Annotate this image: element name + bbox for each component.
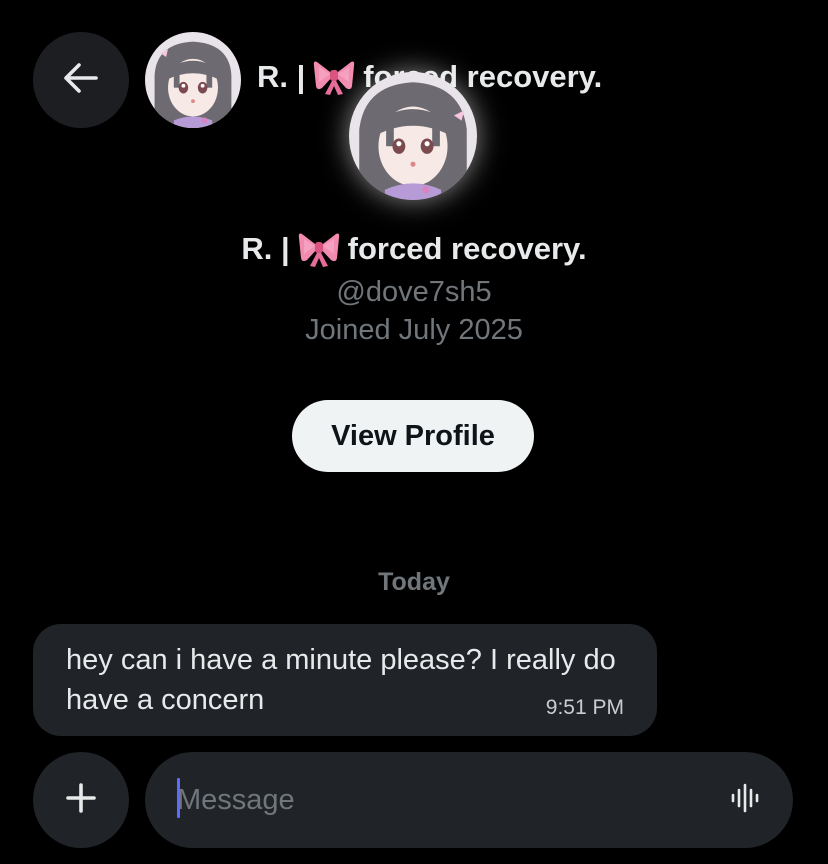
message-composer[interactable] xyxy=(145,752,793,848)
profile-name-prefix: R. | xyxy=(241,231,290,266)
header-name-prefix: R. | xyxy=(257,59,306,94)
message-timestamp: 9:51 PM xyxy=(545,696,624,719)
profile-joined-date: Joined July 2025 xyxy=(305,314,523,346)
add-attachment-button[interactable] xyxy=(33,752,129,848)
ribbon-emoji-icon xyxy=(298,230,340,268)
plus-icon xyxy=(65,782,97,819)
profile-avatar[interactable] xyxy=(349,72,477,200)
profile-name: R. | forced recovery. xyxy=(0,230,828,268)
voice-message-button[interactable] xyxy=(727,782,763,818)
message-input[interactable] xyxy=(177,780,697,820)
day-separator: Today xyxy=(378,568,450,596)
message-bubble[interactable]: hey can i have a minute please? I really… xyxy=(33,624,657,736)
header-avatar[interactable] xyxy=(145,32,241,128)
text-caret xyxy=(177,778,180,818)
message-text: hey can i have a minute please? I really… xyxy=(66,644,616,716)
arrow-left-icon xyxy=(63,62,99,99)
back-button[interactable] xyxy=(33,32,129,128)
voice-waveform-icon xyxy=(730,783,760,818)
ribbon-emoji-icon xyxy=(313,58,355,96)
profile-name-suffix: forced recovery. xyxy=(347,231,587,266)
profile-handle: @dove7sh5 xyxy=(336,276,492,308)
view-profile-button[interactable]: View Profile xyxy=(292,400,534,472)
